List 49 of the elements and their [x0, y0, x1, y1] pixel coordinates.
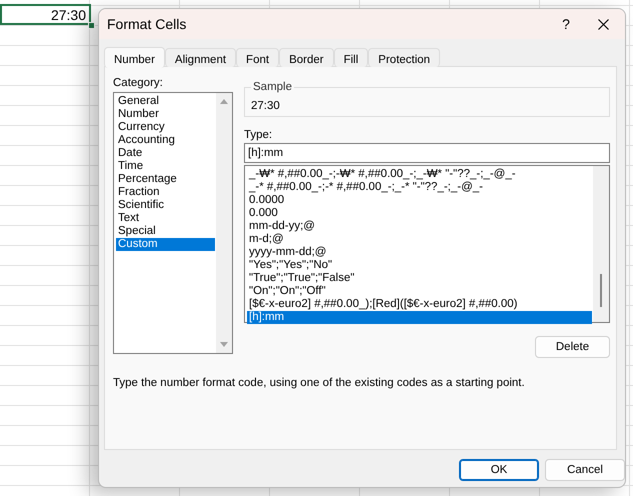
list-item[interactable]: Number: [116, 108, 215, 121]
list-item[interactable]: Text: [116, 212, 215, 225]
list-item[interactable]: [h]:mm: [247, 311, 592, 324]
delete-button[interactable]: Delete: [535, 336, 610, 358]
close-icon[interactable]: [598, 18, 609, 30]
description-text: Type the number format code, using one of the existing codes as a starting point.: [113, 377, 526, 389]
active-cell[interactable]: 27:30: [0, 4, 91, 25]
list-item[interactable]: yyyy-mm-dd;@: [247, 246, 592, 259]
list-item[interactable]: "Yes";"Yes";"No": [247, 259, 592, 272]
tab[interactable]: Font: [236, 48, 280, 67]
tab[interactable]: Border: [279, 48, 334, 67]
tab[interactable]: Protection: [368, 48, 440, 67]
list-item[interactable]: 0.0000: [247, 194, 592, 207]
list-item[interactable]: General: [116, 95, 215, 108]
sample-value: 27:30: [251, 99, 281, 112]
scrollbar[interactable]: [216, 93, 232, 353]
list-item[interactable]: mm-dd-yy;@: [247, 220, 592, 233]
list-item[interactable]: Special: [116, 225, 215, 238]
type-field[interactable]: [h]:mm: [244, 143, 610, 163]
scroll-down-icon[interactable]: [220, 342, 228, 347]
list-item[interactable]: Percentage: [116, 173, 215, 186]
list-item[interactable]: Time: [116, 160, 215, 173]
cancel-button[interactable]: Cancel: [545, 459, 625, 481]
list-item[interactable]: Custom: [116, 238, 215, 251]
type-label: Type:: [244, 129, 274, 143]
list-item[interactable]: Date: [116, 147, 215, 160]
list-item[interactable]: [$€-x-euro2] #,##0.00_);[Red]([$€-x-euro2] #,##0.00): [247, 298, 592, 311]
list-item[interactable]: Accounting: [116, 134, 215, 147]
tab[interactable]: Number: [104, 47, 165, 68]
list-item[interactable]: 0.000: [247, 207, 592, 220]
list-item[interactable]: "True";"True";"False": [247, 272, 592, 285]
window-title: Format Cells: [107, 16, 188, 32]
tab[interactable]: Fill: [334, 48, 368, 67]
list-item[interactable]: Fraction: [116, 186, 215, 199]
category-label: Category:: [113, 77, 164, 91]
scrollbar[interactable]: [593, 166, 609, 322]
tab[interactable]: Alignment: [164, 48, 236, 67]
help-button[interactable]: ?: [556, 16, 576, 32]
list-item[interactable]: _-* #,##0.00_-;-* #,##0.00_-;_-* "-"??_-;_-@_-: [247, 181, 592, 194]
scroll-up-icon[interactable]: [220, 99, 228, 104]
list-item[interactable]: "On";"On";"Off": [247, 285, 592, 298]
list-item[interactable]: Scientific: [116, 199, 215, 212]
sample-label: Sample: [252, 81, 293, 93]
list-item[interactable]: _-₩* #,##0.00_-;-₩* #,##0.00_-;_-₩* "-"??_-;_-@_-: [247, 168, 592, 181]
list-item[interactable]: m-d;@: [247, 233, 592, 246]
ok-button[interactable]: OK: [459, 459, 539, 481]
fill-handle[interactable]: [88, 22, 95, 29]
scrollbar-thumb[interactable]: [600, 274, 602, 307]
list-item[interactable]: Currency: [116, 121, 215, 134]
